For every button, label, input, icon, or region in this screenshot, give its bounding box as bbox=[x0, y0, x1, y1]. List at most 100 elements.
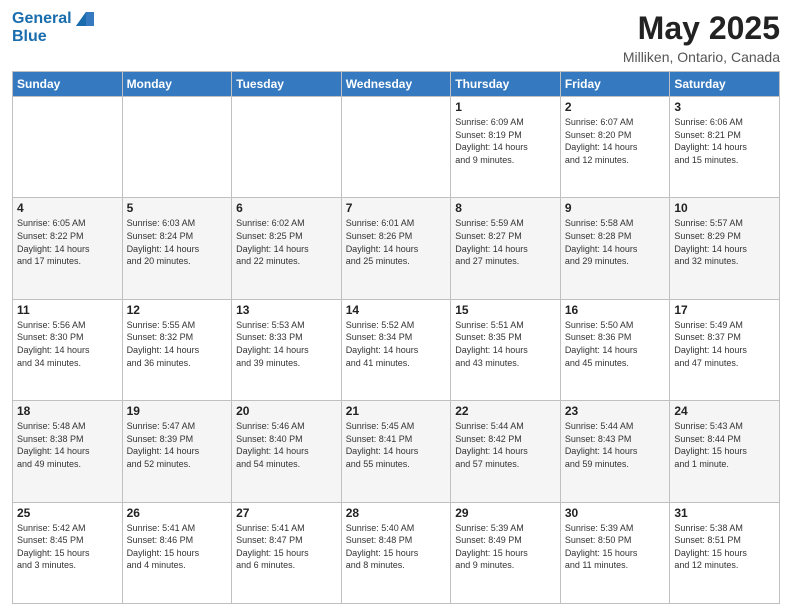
col-wednesday: Wednesday bbox=[341, 72, 451, 97]
logo-blue: Blue bbox=[12, 28, 47, 46]
day-cell: 26 Sunrise: 5:41 AM Sunset: 8:46 PM Dayli… bbox=[122, 502, 232, 603]
calendar-table: Sunday Monday Tuesday Wednesday Thursday… bbox=[12, 71, 780, 604]
day-cell: 8 Sunrise: 5:59 AM Sunset: 8:27 PM Daylig… bbox=[451, 198, 561, 299]
day-info: Sunrise: 5:55 AM Sunset: 8:32 PM Dayligh… bbox=[127, 319, 228, 369]
day-number: 21 bbox=[346, 404, 447, 418]
day-number: 3 bbox=[674, 100, 775, 114]
page: General Blue May 2025 Milliken, Ontario,… bbox=[0, 0, 792, 612]
day-cell: 30 Sunrise: 5:39 AM Sunset: 8:50 PM Dayli… bbox=[560, 502, 670, 603]
day-cell: 3Sunrise: 6:06 AM Sunset: 8:21 PM Daylig… bbox=[670, 97, 780, 198]
day-info: Sunrise: 5:40 AM Sunset: 8:48 PM Dayligh… bbox=[346, 522, 447, 572]
day-info: Sunrise: 5:39 AM Sunset: 8:50 PM Dayligh… bbox=[565, 522, 666, 572]
day-number: 29 bbox=[455, 506, 556, 520]
week-row-1: 4 Sunrise: 6:05 AM Sunset: 8:22 PM Daylig… bbox=[13, 198, 780, 299]
day-info: Sunrise: 6:07 AM Sunset: 8:20 PM Dayligh… bbox=[565, 116, 666, 166]
day-info: Sunrise: 5:56 AM Sunset: 8:30 PM Dayligh… bbox=[17, 319, 118, 369]
day-number: 30 bbox=[565, 506, 666, 520]
col-sunday: Sunday bbox=[13, 72, 123, 97]
day-info: Sunrise: 6:02 AM Sunset: 8:25 PM Dayligh… bbox=[236, 217, 337, 267]
day-info: Sunrise: 6:03 AM Sunset: 8:24 PM Dayligh… bbox=[127, 217, 228, 267]
day-info: Sunrise: 5:42 AM Sunset: 8:45 PM Dayligh… bbox=[17, 522, 118, 572]
day-cell: 12 Sunrise: 5:55 AM Sunset: 8:32 PM Dayli… bbox=[122, 299, 232, 400]
day-info: Sunrise: 5:59 AM Sunset: 8:27 PM Dayligh… bbox=[455, 217, 556, 267]
day-info: Sunrise: 6:05 AM Sunset: 8:22 PM Dayligh… bbox=[17, 217, 118, 267]
day-cell: 23 Sunrise: 5:44 AM Sunset: 8:43 PM Dayli… bbox=[560, 401, 670, 502]
day-cell: 19 Sunrise: 5:47 AM Sunset: 8:39 PM Dayli… bbox=[122, 401, 232, 502]
day-number: 31 bbox=[674, 506, 775, 520]
day-info: Sunrise: 5:41 AM Sunset: 8:46 PM Dayligh… bbox=[127, 522, 228, 572]
day-cell: 14 Sunrise: 5:52 AM Sunset: 8:34 PM Dayli… bbox=[341, 299, 451, 400]
day-number: 19 bbox=[127, 404, 228, 418]
day-cell: 5 Sunrise: 6:03 AM Sunset: 8:24 PM Daylig… bbox=[122, 198, 232, 299]
day-number: 8 bbox=[455, 201, 556, 215]
day-number: 7 bbox=[346, 201, 447, 215]
day-number: 28 bbox=[346, 506, 447, 520]
day-info: Sunrise: 5:41 AM Sunset: 8:47 PM Dayligh… bbox=[236, 522, 337, 572]
day-number: 9 bbox=[565, 201, 666, 215]
day-cell: 10 Sunrise: 5:57 AM Sunset: 8:29 PM Dayli… bbox=[670, 198, 780, 299]
day-number: 13 bbox=[236, 303, 337, 317]
logo: General Blue bbox=[12, 10, 96, 46]
day-info: Sunrise: 5:44 AM Sunset: 8:43 PM Dayligh… bbox=[565, 420, 666, 470]
day-info: Sunrise: 5:48 AM Sunset: 8:38 PM Dayligh… bbox=[17, 420, 118, 470]
day-info: Sunrise: 5:51 AM Sunset: 8:35 PM Dayligh… bbox=[455, 319, 556, 369]
col-monday: Monday bbox=[122, 72, 232, 97]
day-cell bbox=[341, 97, 451, 198]
day-number: 16 bbox=[565, 303, 666, 317]
day-cell: 16Sunrise: 5:50 AM Sunset: 8:36 PM Dayli… bbox=[560, 299, 670, 400]
day-number: 15 bbox=[455, 303, 556, 317]
day-info: Sunrise: 5:45 AM Sunset: 8:41 PM Dayligh… bbox=[346, 420, 447, 470]
day-cell: 20 Sunrise: 5:46 AM Sunset: 8:40 PM Dayli… bbox=[232, 401, 342, 502]
day-info: Sunrise: 5:47 AM Sunset: 8:39 PM Dayligh… bbox=[127, 420, 228, 470]
day-number: 20 bbox=[236, 404, 337, 418]
calendar-subtitle: Milliken, Ontario, Canada bbox=[623, 49, 780, 65]
week-row-4: 25 Sunrise: 5:42 AM Sunset: 8:45 PM Dayli… bbox=[13, 502, 780, 603]
day-cell: 21 Sunrise: 5:45 AM Sunset: 8:41 PM Dayli… bbox=[341, 401, 451, 502]
day-number: 18 bbox=[17, 404, 118, 418]
day-info: Sunrise: 5:39 AM Sunset: 8:49 PM Dayligh… bbox=[455, 522, 556, 572]
day-info: Sunrise: 5:44 AM Sunset: 8:42 PM Dayligh… bbox=[455, 420, 556, 470]
week-row-3: 18 Sunrise: 5:48 AM Sunset: 8:38 PM Dayli… bbox=[13, 401, 780, 502]
day-cell bbox=[122, 97, 232, 198]
day-cell bbox=[232, 97, 342, 198]
day-info: Sunrise: 6:01 AM Sunset: 8:26 PM Dayligh… bbox=[346, 217, 447, 267]
day-cell: 31Sunrise: 5:38 AM Sunset: 8:51 PM Dayli… bbox=[670, 502, 780, 603]
day-number: 4 bbox=[17, 201, 118, 215]
day-cell: 2Sunrise: 6:07 AM Sunset: 8:20 PM Daylig… bbox=[560, 97, 670, 198]
col-friday: Friday bbox=[560, 72, 670, 97]
day-number: 6 bbox=[236, 201, 337, 215]
day-number: 5 bbox=[127, 201, 228, 215]
day-info: Sunrise: 5:52 AM Sunset: 8:34 PM Dayligh… bbox=[346, 319, 447, 369]
day-cell: 13 Sunrise: 5:53 AM Sunset: 8:33 PM Dayli… bbox=[232, 299, 342, 400]
day-cell: 27 Sunrise: 5:41 AM Sunset: 8:47 PM Dayli… bbox=[232, 502, 342, 603]
logo-general: General bbox=[12, 10, 72, 28]
day-number: 26 bbox=[127, 506, 228, 520]
day-number: 1 bbox=[455, 100, 556, 114]
day-number: 27 bbox=[236, 506, 337, 520]
day-number: 22 bbox=[455, 404, 556, 418]
day-number: 12 bbox=[127, 303, 228, 317]
day-number: 17 bbox=[674, 303, 775, 317]
day-number: 25 bbox=[17, 506, 118, 520]
day-cell: 24 Sunrise: 5:43 AM Sunset: 8:44 PM Dayli… bbox=[670, 401, 780, 502]
day-number: 10 bbox=[674, 201, 775, 215]
day-number: 24 bbox=[674, 404, 775, 418]
day-info: Sunrise: 5:46 AM Sunset: 8:40 PM Dayligh… bbox=[236, 420, 337, 470]
day-info: Sunrise: 5:53 AM Sunset: 8:33 PM Dayligh… bbox=[236, 319, 337, 369]
day-cell: 18 Sunrise: 5:48 AM Sunset: 8:38 PM Dayli… bbox=[13, 401, 123, 502]
day-info: Sunrise: 5:57 AM Sunset: 8:29 PM Dayligh… bbox=[674, 217, 775, 267]
day-number: 14 bbox=[346, 303, 447, 317]
day-cell: 4 Sunrise: 6:05 AM Sunset: 8:22 PM Daylig… bbox=[13, 198, 123, 299]
day-cell: 22 Sunrise: 5:44 AM Sunset: 8:42 PM Dayli… bbox=[451, 401, 561, 502]
day-cell: 9Sunrise: 5:58 AM Sunset: 8:28 PM Daylig… bbox=[560, 198, 670, 299]
day-info: Sunrise: 5:43 AM Sunset: 8:44 PM Dayligh… bbox=[674, 420, 775, 470]
day-cell: 11Sunrise: 5:56 AM Sunset: 8:30 PM Dayli… bbox=[13, 299, 123, 400]
calendar-title: May 2025 bbox=[623, 10, 780, 47]
title-block: May 2025 Milliken, Ontario, Canada bbox=[623, 10, 780, 65]
day-info: Sunrise: 5:49 AM Sunset: 8:37 PM Dayligh… bbox=[674, 319, 775, 369]
day-cell: 17 Sunrise: 5:49 AM Sunset: 8:37 PM Dayli… bbox=[670, 299, 780, 400]
day-cell: 15 Sunrise: 5:51 AM Sunset: 8:35 PM Dayli… bbox=[451, 299, 561, 400]
day-number: 23 bbox=[565, 404, 666, 418]
week-row-0: 1Sunrise: 6:09 AM Sunset: 8:19 PM Daylig… bbox=[13, 97, 780, 198]
col-thursday: Thursday bbox=[451, 72, 561, 97]
